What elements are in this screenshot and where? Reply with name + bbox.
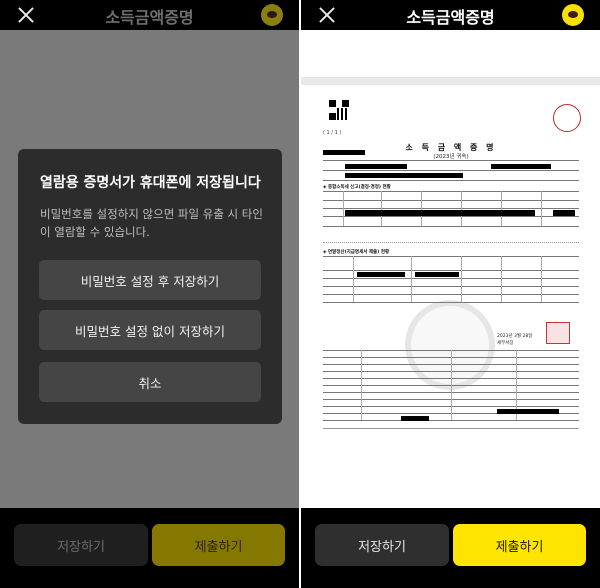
redacted-field xyxy=(401,416,429,421)
redacted-field xyxy=(491,164,551,169)
save-button[interactable]: 저장하기 xyxy=(14,524,148,566)
doc-column xyxy=(451,350,452,420)
doc-rule xyxy=(323,180,579,181)
document-subtitle: (2023년 귀속) xyxy=(433,154,469,160)
doc-column xyxy=(501,191,502,226)
dialog-title: 열람용 증명서가 휴대폰에 저장됩니다 xyxy=(40,175,261,191)
submit-button[interactable]: 제출하기 xyxy=(453,524,586,566)
redacted-field xyxy=(415,272,459,277)
save-without-password-button[interactable]: 비밀번호 설정 없이 저장하기 xyxy=(39,310,261,350)
doc-column xyxy=(361,350,362,420)
doc-rule xyxy=(323,226,579,227)
redacted-field xyxy=(357,272,405,277)
redacted-field xyxy=(345,173,463,178)
redacted-field xyxy=(323,150,365,155)
redacted-field xyxy=(345,164,407,169)
header: 소득금액증명 xyxy=(301,0,600,30)
qr-code xyxy=(329,100,349,120)
page-title: 소득금액증명 xyxy=(406,8,495,27)
kakaotalk-icon[interactable] xyxy=(562,4,584,26)
page-separator xyxy=(301,77,600,85)
footnote-text xyxy=(323,428,579,448)
right-screen: 소득금액증명 ( 1 / 1 ) 소 득 금 액 증 명 (2023년 귀속) … xyxy=(301,0,600,588)
notice-text xyxy=(323,229,579,243)
kakaotalk-icon[interactable] xyxy=(261,4,283,26)
issuer: 세무서장 xyxy=(497,341,514,346)
page-number: ( 1 / 1 ) xyxy=(323,130,342,136)
header: 소득금액증명 xyxy=(0,0,299,30)
redacted-field xyxy=(553,210,575,216)
cancel-button[interactable]: 취소 xyxy=(39,362,261,402)
doc-rule xyxy=(323,160,579,161)
left-screen: 소득금액증명 열람용 증명서가 휴대폰에 저장됩니다 비밀번호를 설정하지 않으… xyxy=(0,0,299,588)
doc-rule xyxy=(323,170,579,171)
dialog-message: 비밀번호를 설정하지 않으면 파일 유출 시 타인이 열람할 수 있습니다. xyxy=(40,207,263,239)
doc-column xyxy=(541,191,542,226)
save-with-password-button[interactable]: 비밀번호 설정 후 저장하기 xyxy=(39,260,261,300)
save-dialog: 열람용 증명서가 휴대폰에 저장됩니다 비밀번호를 설정하지 않으면 파일 유출… xyxy=(18,149,282,424)
save-button[interactable]: 저장하기 xyxy=(315,524,449,566)
doc-column xyxy=(501,256,502,302)
doc-column xyxy=(411,256,412,302)
doc-rule xyxy=(323,420,579,421)
doc-column xyxy=(421,191,422,226)
doc-column xyxy=(461,191,462,226)
doc-column xyxy=(381,191,382,226)
redacted-field xyxy=(497,409,559,414)
redacted-field xyxy=(345,210,535,216)
round-seal-icon xyxy=(553,104,581,132)
doc-column xyxy=(353,256,354,302)
national-tax-service-watermark xyxy=(405,300,495,390)
issue-date: 2023년 3월 28일 xyxy=(497,334,533,339)
doc-column xyxy=(461,256,462,302)
submit-button[interactable]: 제출하기 xyxy=(152,524,285,566)
section-heading: ◈ 종합소득세 신고(결정·경정) 현황 xyxy=(323,185,391,190)
doc-column xyxy=(541,256,542,302)
official-stamp-icon xyxy=(546,322,570,344)
doc-column xyxy=(343,191,344,226)
section-heading: ◈ 연말정산(지급명세서 제출) 현황 xyxy=(323,250,390,255)
page-title: 소득금액증명 xyxy=(105,8,194,27)
